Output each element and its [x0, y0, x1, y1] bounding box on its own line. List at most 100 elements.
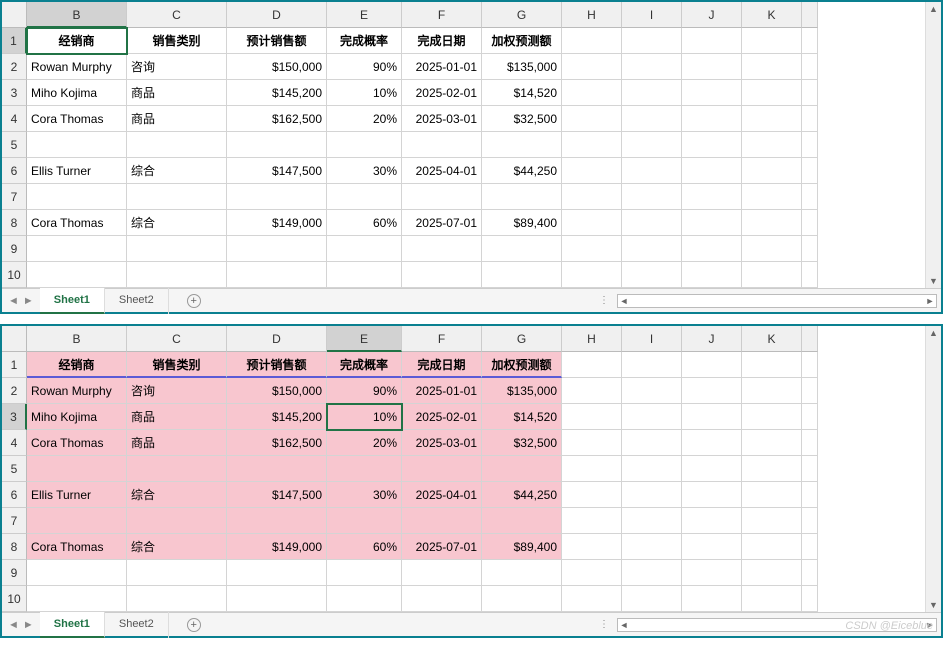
cell-I7[interactable] — [622, 508, 682, 534]
cell-H10[interactable] — [562, 586, 622, 612]
cell-J2[interactable] — [682, 378, 742, 404]
cell-B5[interactable] — [27, 132, 127, 158]
cell-G3[interactable]: $14,520 — [482, 80, 562, 106]
cell-K9[interactable] — [742, 236, 802, 262]
cell-B7[interactable] — [27, 508, 127, 534]
cell-B4[interactable]: Cora Thomas — [27, 430, 127, 456]
cell-B7[interactable] — [27, 184, 127, 210]
cell-B2[interactable]: Rowan Murphy — [27, 54, 127, 80]
cell-B3[interactable]: Miho Kojima — [27, 80, 127, 106]
cell-K10[interactable] — [742, 262, 802, 288]
cell-J8[interactable] — [682, 534, 742, 560]
add-sheet-button[interactable]: + — [169, 613, 219, 637]
cell-I4[interactable] — [622, 430, 682, 456]
cell-H4[interactable] — [562, 430, 622, 456]
cell-H3[interactable] — [562, 404, 622, 430]
cell-B8[interactable]: Cora Thomas — [27, 210, 127, 236]
col-header-G[interactable]: G — [482, 326, 562, 352]
grid[interactable]: BCDEFGHIJK1经销商销售类别预计销售额完成概率完成日期加权预测额2Row… — [2, 326, 941, 612]
cell-I5[interactable] — [622, 456, 682, 482]
cell-K1[interactable] — [742, 28, 802, 54]
cell-I1[interactable] — [622, 352, 682, 378]
cell-C4[interactable]: 商品 — [127, 106, 227, 132]
cell-G7[interactable] — [482, 508, 562, 534]
cell-K6[interactable] — [742, 482, 802, 508]
cell-D1[interactable]: 预计销售额 — [227, 28, 327, 54]
cell-J4[interactable] — [682, 106, 742, 132]
col-header-D[interactable]: D — [227, 326, 327, 352]
sheet-tab-sheet2[interactable]: Sheet2 — [105, 612, 169, 638]
row-header-10[interactable]: 10 — [2, 262, 27, 288]
scroll-left-icon[interactable]: ◄ — [618, 620, 630, 630]
cell-D1[interactable]: 预计销售额 — [227, 352, 327, 378]
tab-split-handle[interactable]: ⋮ — [593, 619, 617, 630]
row-header-4[interactable]: 4 — [2, 430, 27, 456]
row-header-1[interactable]: 1 — [2, 352, 27, 378]
cell-E5[interactable] — [327, 456, 402, 482]
tab-split-handle[interactable]: ⋮ — [593, 295, 617, 306]
col-header-G[interactable]: G — [482, 2, 562, 28]
cell-I9[interactable] — [622, 560, 682, 586]
cell-I8[interactable] — [622, 534, 682, 560]
cell-C9[interactable] — [127, 236, 227, 262]
cell-G10[interactable] — [482, 262, 562, 288]
cell-D8[interactable]: $149,000 — [227, 534, 327, 560]
cell-E6[interactable]: 30% — [327, 482, 402, 508]
cell-I2[interactable] — [622, 378, 682, 404]
cell-E1[interactable]: 完成概率 — [327, 352, 402, 378]
cell-E8[interactable]: 60% — [327, 210, 402, 236]
row-header-2[interactable]: 2 — [2, 54, 27, 80]
cell-K2[interactable] — [742, 54, 802, 80]
row-header-9[interactable]: 9 — [2, 236, 27, 262]
cell-K3[interactable] — [742, 404, 802, 430]
col-header-B[interactable]: B — [27, 326, 127, 352]
cell-E8[interactable]: 60% — [327, 534, 402, 560]
cell-D6[interactable]: $147,500 — [227, 482, 327, 508]
tab-nav-next-icon[interactable]: ► — [21, 619, 36, 631]
cell-E7[interactable] — [327, 508, 402, 534]
cell-C1[interactable]: 销售类别 — [127, 352, 227, 378]
col-header-H[interactable]: H — [562, 326, 622, 352]
col-header-F[interactable]: F — [402, 2, 482, 28]
row-header-9[interactable]: 9 — [2, 560, 27, 586]
cell-I7[interactable] — [622, 184, 682, 210]
cell-H5[interactable] — [562, 132, 622, 158]
cell-C9[interactable] — [127, 560, 227, 586]
cell-C1[interactable]: 销售类别 — [127, 28, 227, 54]
row-header-3[interactable]: 3 — [2, 404, 27, 430]
cell-F9[interactable] — [402, 236, 482, 262]
cell-K10[interactable] — [742, 586, 802, 612]
col-header-C[interactable]: C — [127, 326, 227, 352]
row-header-8[interactable]: 8 — [2, 534, 27, 560]
cell-D9[interactable] — [227, 560, 327, 586]
cell-G9[interactable] — [482, 236, 562, 262]
cell-C10[interactable] — [127, 586, 227, 612]
cell-F10[interactable] — [402, 262, 482, 288]
cell-E2[interactable]: 90% — [327, 54, 402, 80]
cell-J10[interactable] — [682, 586, 742, 612]
cell-B8[interactable]: Cora Thomas — [27, 534, 127, 560]
cell-E3[interactable]: 10% — [327, 80, 402, 106]
col-header-E[interactable]: E — [327, 326, 402, 352]
cell-I4[interactable] — [622, 106, 682, 132]
cell-H1[interactable] — [562, 352, 622, 378]
col-header-B[interactable]: B — [27, 2, 127, 28]
cell-H10[interactable] — [562, 262, 622, 288]
scroll-right-icon[interactable]: ► — [924, 296, 936, 306]
cell-F2[interactable]: 2025-01-01 — [402, 378, 482, 404]
cell-G8[interactable]: $89,400 — [482, 210, 562, 236]
cell-F6[interactable]: 2025-04-01 — [402, 158, 482, 184]
row-header-8[interactable]: 8 — [2, 210, 27, 236]
cell-E10[interactable] — [327, 586, 402, 612]
col-header-K[interactable]: K — [742, 326, 802, 352]
cell-J3[interactable] — [682, 80, 742, 106]
row-header-7[interactable]: 7 — [2, 184, 27, 210]
cell-D8[interactable]: $149,000 — [227, 210, 327, 236]
cell-K5[interactable] — [742, 132, 802, 158]
horizontal-scrollbar[interactable]: ◄► — [617, 618, 937, 632]
tab-nav-prev-icon[interactable]: ◄ — [6, 295, 21, 307]
scroll-up-icon[interactable]: ▲ — [927, 2, 940, 16]
col-header-J[interactable]: J — [682, 326, 742, 352]
scroll-up-icon[interactable]: ▲ — [927, 326, 940, 340]
cell-H1[interactable] — [562, 28, 622, 54]
